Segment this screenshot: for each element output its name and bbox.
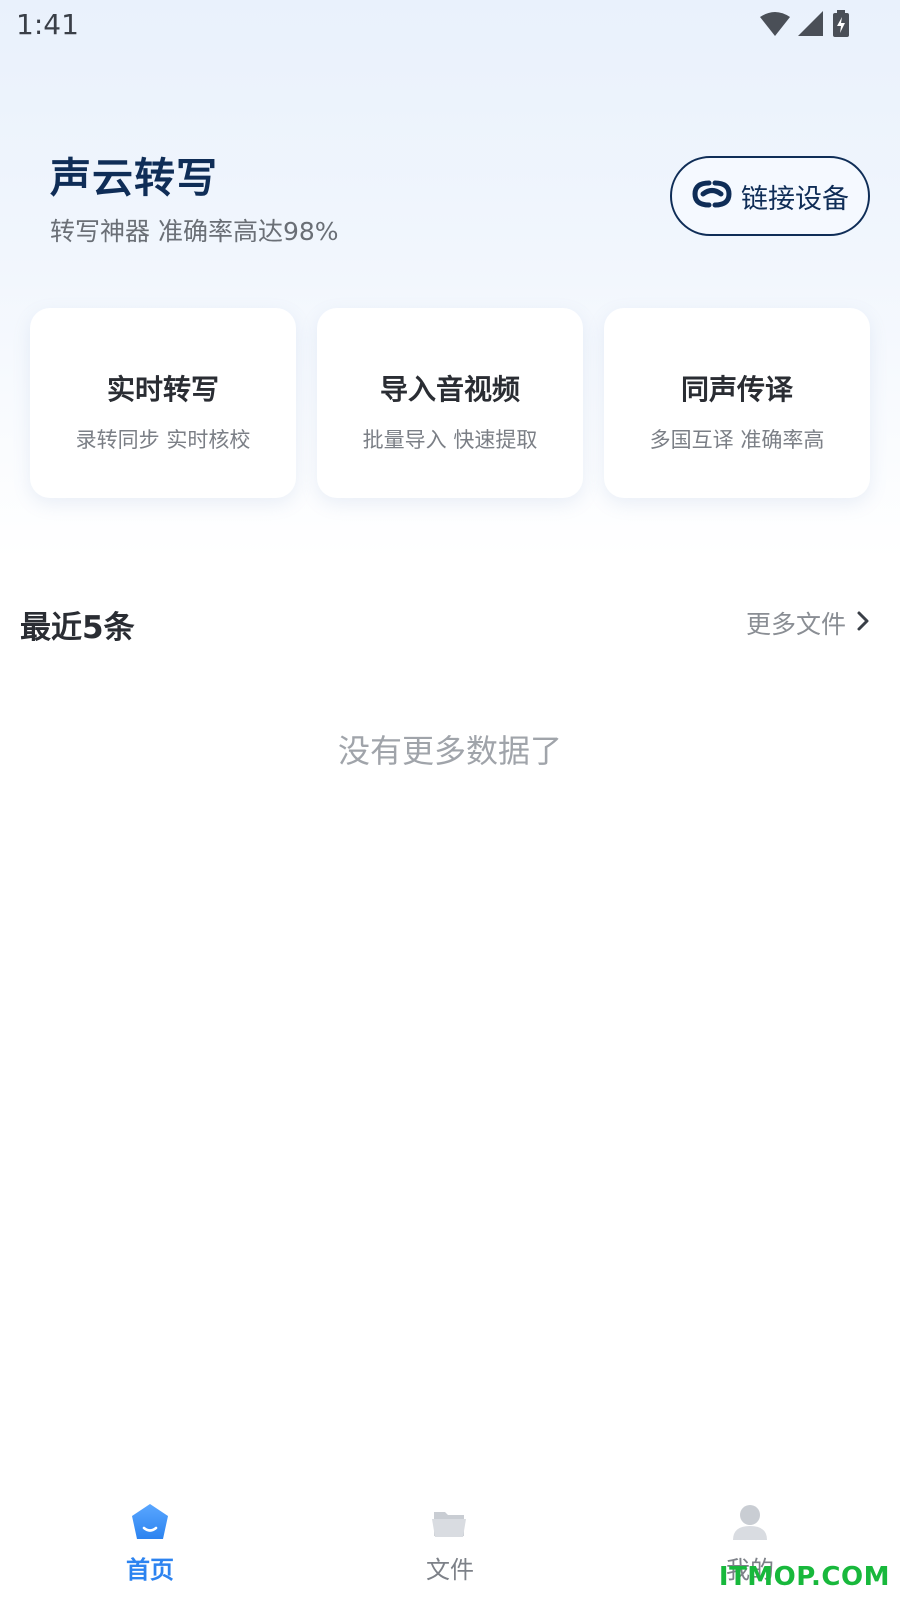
more-files-link[interactable]: 更多文件 — [746, 605, 870, 641]
app-title: 声云转写 — [50, 154, 218, 202]
more-files-label: 更多文件 — [745, 610, 846, 639]
status-bar: 1:41 — [0, 0, 900, 50]
card-realtime-transcribe[interactable]: 实时转写 录转同步 实时核校 — [30, 308, 296, 498]
card-title: 同声传译 — [680, 373, 793, 406]
wifi-icon — [760, 11, 790, 37]
tab-home[interactable]: 首页 — [90, 1502, 210, 1585]
card-desc: 录转同步 实时核校 — [75, 428, 251, 452]
card-desc: 多国互译 准确率高 — [649, 428, 825, 452]
site-watermark: ITMOP.COM — [718, 1562, 890, 1592]
chevron-right-icon — [856, 610, 870, 636]
home-icon — [130, 1502, 170, 1546]
feature-cards: 实时转写 录转同步 实时核校 导入音视频 批量导入 快速提取 同声传译 多国互译… — [30, 308, 870, 498]
connect-device-label: 链接设备 — [741, 183, 849, 215]
folder-icon — [430, 1502, 470, 1546]
status-time: 1:41 — [16, 8, 79, 41]
app-subtitle: 转写神器 准确率高达98% — [50, 217, 339, 246]
user-icon — [730, 1502, 770, 1546]
tab-files[interactable]: 文件 — [390, 1502, 510, 1585]
signal-icon — [798, 11, 824, 37]
tab-files-label: 文件 — [426, 1556, 474, 1584]
status-icons — [760, 10, 850, 38]
empty-state-text: 没有更多数据了 — [337, 732, 562, 770]
card-title: 实时转写 — [106, 373, 219, 406]
card-import-media[interactable]: 导入音视频 批量导入 快速提取 — [317, 308, 583, 498]
battery-icon — [832, 10, 850, 38]
connect-device-button[interactable]: 链接设备 — [670, 156, 870, 236]
card-title: 导入音视频 — [379, 373, 520, 406]
tab-home-label: 首页 — [126, 1556, 174, 1584]
link-icon — [691, 177, 733, 215]
card-simultaneous-interpret[interactable]: 同声传译 多国互译 准确率高 — [604, 308, 870, 498]
recent-section-title: 最近5条 — [20, 610, 135, 646]
card-desc: 批量导入 快速提取 — [362, 428, 538, 452]
